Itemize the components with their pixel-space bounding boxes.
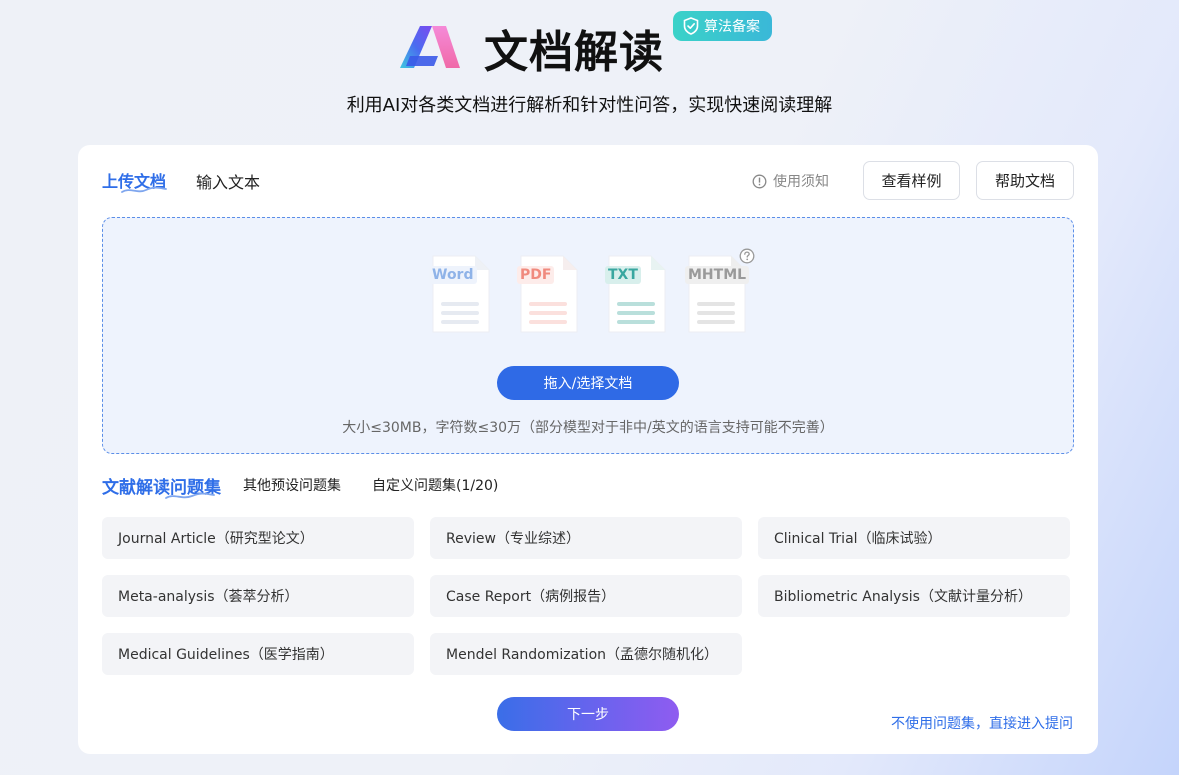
tab-upload-document[interactable]: 上传文档: [102, 168, 167, 193]
select-document-button[interactable]: 拖入/选择文档: [497, 366, 679, 400]
question-set-medical-guidelines[interactable]: Medical Guidelines（医学指南）: [102, 633, 414, 675]
page-subtitle: 利用AI对各类文档进行解析和针对性问答，实现快速阅读理解: [346, 95, 833, 116]
skip-question-set-link[interactable]: 不使用问题集，直接进入提问: [891, 713, 1073, 733]
question-set-journal-article[interactable]: Journal Article（研究型论文）: [102, 517, 414, 559]
header: 文档解读 算法备案 利用AI对各类文档进行解析和针对性问答，实现快速阅读理解: [0, 0, 1179, 140]
question-set-review[interactable]: Review（专业综述）: [430, 517, 742, 559]
txt-file-icon: TXT: [605, 254, 667, 336]
info-circle-icon: [752, 174, 767, 188]
algorithm-filing-badge[interactable]: 算法备案: [673, 11, 772, 41]
active-tab-underline: [121, 186, 167, 193]
app-title: 文档解读: [484, 27, 664, 78]
txt-label: TXT: [605, 266, 641, 284]
usage-notice-label: 使用须知: [773, 174, 829, 190]
shield-check-icon: [683, 17, 699, 35]
main-card: 上传文档 输入文本 使用须知 查看样例 帮助文档 Word PDF TXT MH…: [78, 145, 1098, 754]
question-circle-icon[interactable]: [739, 248, 755, 264]
word-file-icon: Word: [429, 254, 491, 336]
active-tab-underline: [165, 492, 215, 499]
question-set-clinical-trial[interactable]: Clinical Trial（临床试验）: [758, 517, 1070, 559]
question-set-bibliometric-analysis[interactable]: Bibliometric Analysis（文献计量分析）: [758, 575, 1070, 617]
tab-input-text[interactable]: 输入文本: [196, 169, 260, 193]
help-docs-button[interactable]: 帮助文档: [976, 161, 1074, 200]
tab-literature-question-set[interactable]: 文献解读问题集: [102, 473, 221, 499]
usage-notice-link[interactable]: 使用须知: [752, 171, 829, 191]
mhtml-file-icon: MHTML: [685, 254, 750, 336]
pdf-file-icon: PDF: [517, 254, 579, 336]
tab-other-preset-question-set[interactable]: 其他预设问题集: [243, 475, 341, 495]
question-set-meta-analysis[interactable]: Meta-analysis（荟萃分析）: [102, 575, 414, 617]
question-set-case-report[interactable]: Case Report（病例报告）: [430, 575, 742, 617]
view-example-button[interactable]: 查看样例: [863, 161, 960, 200]
question-set-mendel-randomization[interactable]: Mendel Randomization（孟德尔随机化）: [430, 633, 742, 675]
tab-custom-question-set[interactable]: 自定义问题集(1/20): [372, 475, 498, 495]
ai-logo-icon: [400, 26, 460, 68]
word-label: Word: [429, 266, 477, 284]
upload-size-hint: 大小≤30MB，字符数≤30万（部分模型对于非中/英文的语言支持可能不完善）: [342, 420, 834, 436]
mhtml-label: MHTML: [685, 266, 750, 284]
file-dropzone[interactable]: Word PDF TXT MHTML 拖入/选择文档 大小≤30MB，字符数≤3…: [102, 217, 1074, 454]
pdf-label: PDF: [517, 266, 555, 284]
badge-label: 算法备案: [704, 19, 760, 35]
next-step-button[interactable]: 下一步: [497, 697, 679, 731]
